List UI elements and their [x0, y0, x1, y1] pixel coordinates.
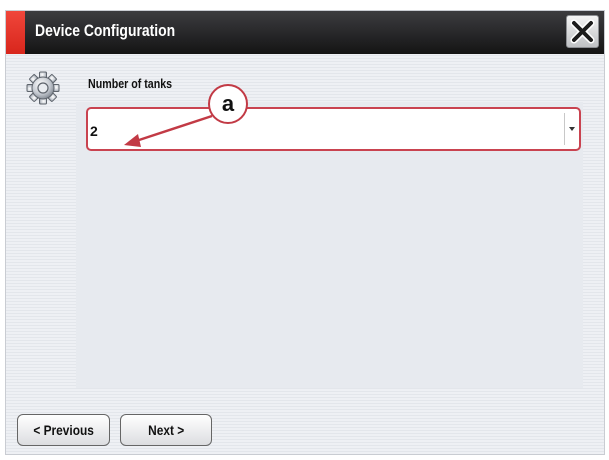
- select-divider: [564, 113, 565, 145]
- title-bar: Device Configuration: [6, 11, 604, 54]
- close-button[interactable]: [566, 15, 599, 48]
- number-of-tanks-select[interactable]: 2: [86, 107, 581, 151]
- next-button-label: Next >: [147, 422, 185, 438]
- dialog-title: Device Configuration: [35, 21, 176, 40]
- selected-value: 2: [90, 123, 98, 139]
- previous-button-label: < Previous: [33, 422, 94, 438]
- callout-marker: a: [208, 84, 248, 124]
- gear-icon: [26, 71, 60, 105]
- next-button[interactable]: Next >: [120, 414, 212, 446]
- close-x-icon: [570, 19, 595, 44]
- title-accent-bar: [6, 11, 25, 54]
- number-of-tanks-label: Number of tanks: [88, 76, 173, 91]
- previous-button[interactable]: < Previous: [17, 414, 110, 446]
- chevron-down-icon: [569, 127, 575, 131]
- callout-letter: a: [221, 91, 235, 116]
